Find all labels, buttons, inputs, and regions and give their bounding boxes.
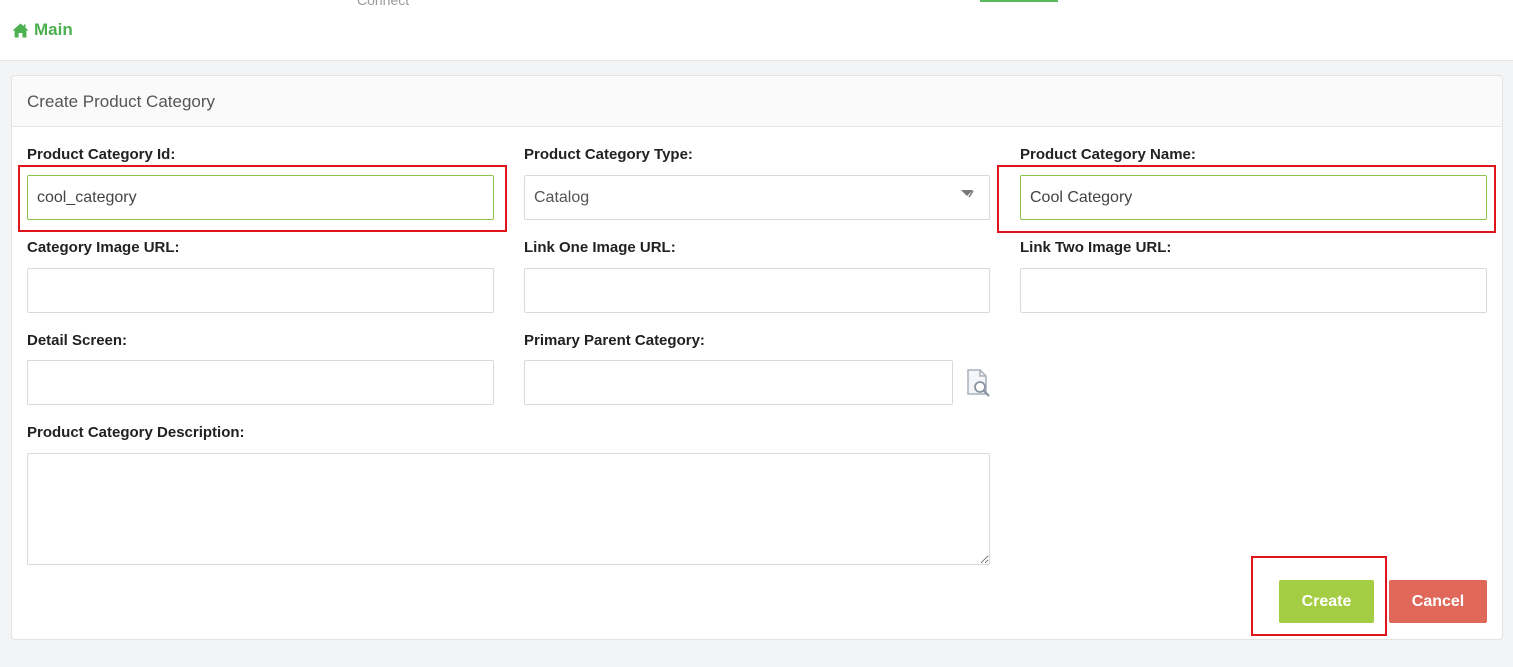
top-bar: Connect Main — [0, 0, 1513, 61]
primary-parent-category-label: Primary Parent Category: — [524, 332, 705, 349]
breadcrumb-home-link[interactable]: Main — [12, 20, 73, 40]
top-nav-cut-text: Connect — [357, 0, 410, 8]
category-id-label: Product Category Id: — [27, 146, 176, 163]
category-image-url-label: Category Image URL: — [27, 239, 180, 256]
category-image-url-input[interactable] — [27, 268, 494, 313]
lookup-search-icon[interactable] — [964, 368, 994, 398]
category-id-input[interactable] — [27, 175, 494, 220]
detail-screen-input[interactable] — [27, 360, 494, 405]
category-name-input[interactable] — [1020, 175, 1487, 220]
category-type-select[interactable]: Catalog — [524, 175, 990, 220]
create-category-panel: Create Product Category Product Category… — [11, 75, 1503, 640]
category-description-textarea[interactable] — [27, 453, 990, 565]
link-two-image-url-label: Link Two Image URL: — [1020, 239, 1172, 256]
dropdown-arrow-icon — [961, 190, 974, 198]
category-name-label: Product Category Name: — [1020, 146, 1196, 163]
panel-title: Create Product Category — [12, 76, 1502, 127]
category-description-label: Product Category Description: — [27, 424, 245, 441]
link-one-image-url-label: Link One Image URL: — [524, 239, 676, 256]
link-one-image-url-input[interactable] — [524, 268, 990, 313]
breadcrumb-home-label: Main — [34, 20, 73, 39]
create-button[interactable]: Create — [1279, 580, 1374, 623]
primary-parent-category-input[interactable] — [524, 360, 953, 405]
home-icon — [12, 23, 29, 37]
category-type-label: Product Category Type: — [524, 146, 693, 163]
detail-screen-label: Detail Screen: — [27, 332, 128, 349]
cancel-button[interactable]: Cancel — [1389, 580, 1487, 623]
top-nav-active-indicator — [980, 0, 1058, 2]
link-two-image-url-input[interactable] — [1020, 268, 1487, 313]
category-type-selected-value: Catalog — [534, 188, 590, 206]
